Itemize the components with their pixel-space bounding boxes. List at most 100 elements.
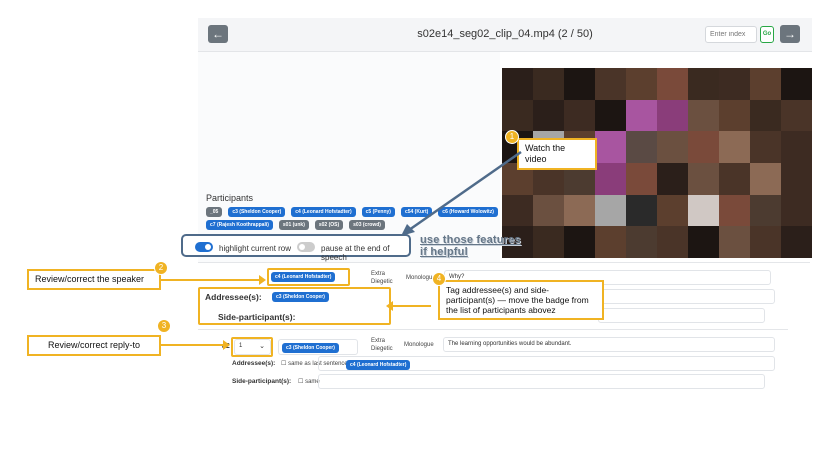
video-frame-pixel bbox=[719, 162, 750, 195]
forward-button[interactable]: → bbox=[780, 25, 800, 43]
video-frame-pixel bbox=[657, 226, 688, 258]
feature-toggles: highlight current row pause at the end o… bbox=[181, 234, 411, 262]
video-frame-pixel bbox=[564, 194, 595, 227]
callout-review-speaker: Review/correct the speaker bbox=[27, 269, 161, 290]
index-input[interactable] bbox=[705, 26, 757, 43]
addressee-highlight bbox=[198, 287, 391, 325]
highlight-row-toggle[interactable] bbox=[195, 242, 213, 252]
video-frame-pixel bbox=[750, 68, 781, 100]
participant-badge[interactable]: _05 bbox=[206, 207, 223, 217]
row1-diegetic-label: Diegetic bbox=[371, 279, 393, 285]
video-frame-pixel bbox=[750, 226, 781, 258]
video-frame-pixel bbox=[564, 99, 595, 132]
video-frame-pixel bbox=[657, 68, 688, 100]
video-frame-pixel bbox=[626, 162, 657, 195]
reply-arrow-icon bbox=[161, 340, 230, 350]
divider bbox=[198, 329, 788, 330]
video-frame-pixel bbox=[657, 99, 688, 132]
video-frame-pixel bbox=[595, 99, 626, 132]
video-frame-pixel bbox=[688, 194, 719, 227]
video-frame-pixel bbox=[781, 194, 812, 227]
participant-badge[interactable]: s02 (OS) bbox=[314, 220, 344, 230]
row2-extra-label: Extra bbox=[371, 338, 386, 344]
top-bar: ← s02e14_seg02_clip_04.mp4 (2 / 50) Go → bbox=[198, 18, 812, 52]
video-frame-pixel bbox=[719, 68, 750, 100]
callout-number-2: 2 bbox=[154, 261, 168, 275]
pause-speech-toggle[interactable] bbox=[297, 242, 315, 252]
pause-speech-label: pause at the end of speech bbox=[321, 244, 390, 262]
addressee-arrow-icon bbox=[391, 305, 431, 307]
participant-badge[interactable]: c5 (Penny) bbox=[361, 207, 395, 217]
row2-diegetic-label: Diegetic bbox=[371, 346, 393, 352]
video-frame-pixel bbox=[657, 131, 688, 163]
video-frame-pixel bbox=[626, 226, 657, 258]
callout-number-1: 1 bbox=[505, 130, 519, 144]
row2-same[interactable]: ☐ same bbox=[298, 378, 320, 386]
speaker-highlight bbox=[267, 268, 350, 286]
video-frame-pixel bbox=[595, 68, 626, 100]
callout-number-3: 3 bbox=[157, 319, 171, 333]
features-note-line2: if helpful bbox=[420, 246, 468, 258]
highlight-row-label: highlight current row bbox=[219, 244, 292, 253]
reply-highlight bbox=[231, 337, 273, 357]
callout-review-reply: Review/correct reply-to bbox=[27, 335, 161, 356]
video-frame-pixel bbox=[781, 131, 812, 163]
participant-badge[interactable]: s01 (unk) bbox=[278, 220, 309, 230]
checkbox-icon[interactable]: ☐ bbox=[281, 361, 286, 367]
participant-badge[interactable]: s03 (crowd) bbox=[349, 220, 385, 230]
video-frame-pixel bbox=[657, 194, 688, 227]
speaker-arrow-icon bbox=[161, 275, 266, 285]
row2-addressee-field[interactable] bbox=[318, 356, 775, 371]
video-frame-pixel bbox=[626, 131, 657, 163]
video-frame-pixel bbox=[688, 99, 719, 132]
video-frame-pixel bbox=[750, 131, 781, 163]
callout-watch-video: Watch the video bbox=[517, 138, 597, 170]
video-frame-pixel bbox=[502, 68, 533, 100]
row1-side-participant-field[interactable] bbox=[598, 308, 765, 323]
divider bbox=[198, 262, 810, 263]
video-frame-pixel bbox=[719, 131, 750, 163]
arrow-to-toggles-icon bbox=[401, 150, 522, 236]
row1-extra-diegetic[interactable]: Extra Diegetic bbox=[371, 270, 393, 286]
video-frame-pixel bbox=[564, 226, 595, 258]
video-frame-pixel bbox=[564, 68, 595, 100]
callout-number-4: 4 bbox=[432, 272, 446, 286]
row2-utterance[interactable]: The learning opportunities would be abun… bbox=[443, 337, 775, 352]
video-frame-pixel bbox=[719, 226, 750, 258]
video-frame-pixel bbox=[688, 162, 719, 195]
video-frame-pixel bbox=[719, 194, 750, 227]
video-frame-pixel bbox=[595, 194, 626, 227]
row2-side-participant-label: Side-participant(s): bbox=[232, 378, 292, 385]
video-frame-pixel bbox=[750, 162, 781, 195]
video-frame-pixel bbox=[781, 226, 812, 258]
checkbox-icon[interactable]: ☐ bbox=[298, 379, 303, 385]
video-frame-pixel bbox=[688, 68, 719, 100]
video-frame-pixel bbox=[719, 99, 750, 132]
participant-badge[interactable]: c3 (Sheldon Cooper) bbox=[228, 207, 286, 217]
row2-speaker-badge[interactable]: c3 (Sheldon Cooper) bbox=[282, 343, 339, 353]
video-frame-pixel bbox=[533, 99, 564, 132]
video-frame-pixel bbox=[626, 68, 657, 100]
participant-badge[interactable]: c7 (Rajesh Koothrappali) bbox=[206, 220, 273, 230]
row2-addressee-label: Addressee(s): bbox=[232, 360, 276, 367]
video-frame-pixel bbox=[533, 226, 564, 258]
video-frame-pixel bbox=[595, 131, 626, 163]
callout-tag-addressee: Tag addressee(s) and side-participant(s)… bbox=[438, 280, 604, 320]
video-frame-pixel bbox=[688, 131, 719, 163]
video-frame-pixel bbox=[595, 162, 626, 195]
video-frame-pixel bbox=[626, 194, 657, 227]
row2-side-participant-field[interactable] bbox=[318, 374, 765, 389]
participant-badge[interactable]: c4 (Leonard Hofstadter) bbox=[291, 207, 356, 217]
video-frame-pixel bbox=[781, 99, 812, 132]
go-button[interactable]: Go bbox=[760, 26, 774, 43]
video-frame-pixel bbox=[657, 162, 688, 195]
video-frame-pixel bbox=[595, 226, 626, 258]
video-frame-pixel bbox=[502, 99, 533, 132]
video-frame-pixel bbox=[533, 68, 564, 100]
row1-addressee-field[interactable] bbox=[598, 289, 775, 304]
video-frame-pixel bbox=[626, 99, 657, 132]
row2-extra-diegetic[interactable]: Extra Diegetic bbox=[371, 337, 393, 353]
video-frame-pixel bbox=[688, 226, 719, 258]
arrow-right-icon: → bbox=[784, 27, 796, 41]
row2-monologue[interactable]: Monologue bbox=[404, 341, 434, 349]
